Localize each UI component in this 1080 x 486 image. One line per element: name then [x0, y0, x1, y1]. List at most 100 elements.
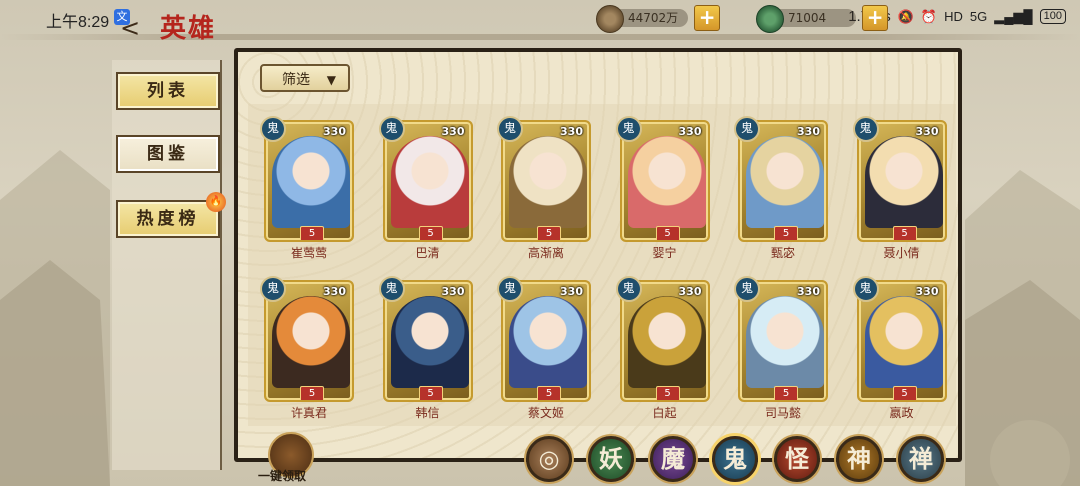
- hero-star-level: 5: [537, 226, 561, 240]
- hero-card[interactable]: 330 5 鬼蔡文姬: [497, 276, 591, 420]
- caret-down-icon: ▼: [326, 73, 336, 87]
- add-jade-button[interactable]: +: [862, 5, 889, 31]
- hero-power: 330: [915, 125, 939, 138]
- ghost-faction-icon: 鬼: [852, 276, 879, 302]
- hero-portrait: [272, 136, 350, 228]
- ghost-faction-icon: 鬼: [497, 116, 523, 142]
- hero-name: 嬴政: [889, 406, 914, 420]
- sidebar-item-list[interactable]: 列表: [116, 72, 220, 110]
- ghost-faction-icon: 鬼: [615, 116, 642, 142]
- hero-grid: [248, 104, 956, 426]
- hero-card[interactable]: 330 5 鬼高渐离: [497, 116, 591, 260]
- hero-star-level: 5: [655, 226, 680, 240]
- hero-power: 330: [441, 285, 465, 298]
- hero-power: 330: [560, 285, 583, 298]
- tab-faction-yao[interactable]: 妖: [588, 436, 634, 482]
- hero-portrait: [746, 296, 824, 388]
- status-time: 上午8:29: [46, 14, 110, 31]
- hero-portrait: [627, 296, 706, 388]
- hero-card[interactable]: 330 5 鬼嬴政: [852, 276, 947, 420]
- tab-faction-guai[interactable]: 怪: [774, 436, 820, 482]
- hero-star-level: 5: [300, 386, 324, 400]
- hero-name: 司马懿: [764, 406, 801, 420]
- hero-name: 白起: [652, 406, 677, 420]
- ghost-faction-icon: 鬼: [260, 116, 286, 142]
- hero-power: 330: [323, 125, 346, 138]
- ghost-faction-icon: 鬼: [378, 116, 405, 142]
- tab-faction-mo[interactable]: 魔: [650, 436, 696, 482]
- hero-name: 崔莺莺: [290, 246, 327, 260]
- tab-faction-gui[interactable]: 鬼: [712, 436, 758, 482]
- ghost-faction-icon: 鬼: [734, 276, 760, 302]
- hero-portrait: [272, 296, 350, 388]
- hero-portrait: [509, 136, 587, 228]
- coin-icon: [596, 5, 624, 33]
- back-arrow-icon[interactable]: <: [120, 14, 140, 42]
- hero-power: 330: [560, 125, 583, 138]
- hero-portrait: [627, 136, 706, 228]
- battery-indicator: 100: [1039, 9, 1066, 24]
- page-title: 英雄: [160, 14, 217, 44]
- hero-card[interactable]: 330 5 鬼崔莺莺: [260, 116, 354, 260]
- hero-star-level: 5: [774, 386, 798, 400]
- hero-name: 婴宁: [652, 246, 677, 260]
- tab-faction-all[interactable]: ◎: [526, 436, 572, 482]
- hero-name: 蔡文姬: [527, 406, 564, 420]
- hero-portrait: [509, 296, 587, 388]
- hero-portrait: [864, 136, 943, 228]
- hd-icon: HD: [944, 9, 963, 24]
- mute-icon: 🔕: [897, 8, 914, 24]
- hero-star-level: 5: [537, 386, 561, 400]
- ghost-faction-icon: 鬼: [852, 116, 879, 142]
- ghost-faction-icon: 鬼: [260, 276, 286, 302]
- hero-card[interactable]: 330 5 鬼韩信: [378, 276, 473, 420]
- sidebar: 列表 图鉴 热度榜 🔥: [112, 60, 226, 470]
- tab-faction-shen[interactable]: 神: [836, 436, 882, 482]
- sidebar-item-codex[interactable]: 图鉴: [116, 135, 220, 173]
- hero-star-level: 5: [418, 386, 443, 400]
- hero-portrait: [864, 296, 943, 388]
- jade-icon: [756, 5, 784, 33]
- collect-all-label[interactable]: 一键领取: [258, 467, 306, 484]
- hero-name: 许真君: [290, 406, 327, 420]
- hero-star-level: 5: [892, 226, 917, 240]
- hero-name: 高渐离: [527, 246, 564, 260]
- hero-power: 330: [915, 285, 939, 298]
- alarm-icon: ⏰: [920, 8, 938, 24]
- hero-card[interactable]: 330 5 鬼巴清: [378, 116, 473, 260]
- ghost-faction-icon: 鬼: [615, 276, 642, 302]
- hero-power: 330: [678, 285, 702, 298]
- hero-card[interactable]: 330 5 鬼婴宁: [615, 116, 710, 260]
- coin-currency: 44702万 +: [596, 5, 721, 33]
- hero-star-level: 5: [774, 226, 798, 240]
- hero-star-level: 5: [418, 226, 443, 240]
- sidebar-item-hot-ranking[interactable]: 热度榜: [116, 200, 220, 238]
- hot-flame-icon: 🔥: [206, 192, 226, 212]
- network-type: 5G: [969, 9, 988, 24]
- hero-panel-inner: 筛选 ▼ 330 5 鬼崔莺莺 330 5 鬼巴清 330 5 鬼高渐离 330 5 鬼婴宁 330 5 鬼…: [238, 52, 958, 458]
- sidebar-item-hot-wrapper[interactable]: 热度榜 🔥: [116, 192, 226, 238]
- hero-power: 330: [441, 125, 465, 138]
- hero-card[interactable]: 330 5 鬼聂小倩: [852, 116, 947, 260]
- hero-star-level: 5: [300, 226, 324, 240]
- hero-card[interactable]: 330 5 鬼许真君: [260, 276, 354, 420]
- ghost-faction-icon: 鬼: [497, 276, 523, 302]
- hero-star-level: 5: [655, 386, 680, 400]
- signal-icon: ▂▄▆█: [994, 8, 1033, 24]
- add-coin-button[interactable]: +: [694, 5, 721, 31]
- ghost-faction-icon: 鬼: [378, 276, 405, 302]
- hero-panel: 筛选 ▼ 330 5 鬼崔莺莺 330 5 鬼巴清 330 5 鬼高渐离 330 5 鬼婴宁 330 5 鬼…: [234, 48, 962, 462]
- hero-power: 330: [797, 125, 820, 138]
- filter-label: 筛选: [282, 72, 310, 88]
- hero-card[interactable]: 330 5 鬼白起: [615, 276, 710, 420]
- tab-faction-chan[interactable]: 禅: [898, 436, 944, 482]
- hero-name: 巴清: [415, 246, 440, 260]
- hero-portrait: [390, 136, 469, 228]
- hero-portrait: [390, 296, 469, 388]
- filter-button[interactable]: 筛选 ▼: [260, 64, 350, 92]
- hero-portrait: [746, 136, 824, 228]
- hero-card[interactable]: 330 5 鬼甄宓: [734, 116, 828, 260]
- ghost-faction-icon: 鬼: [734, 116, 760, 142]
- hero-power: 330: [323, 285, 346, 298]
- hero-card[interactable]: 330 5 鬼司马懿: [734, 276, 828, 420]
